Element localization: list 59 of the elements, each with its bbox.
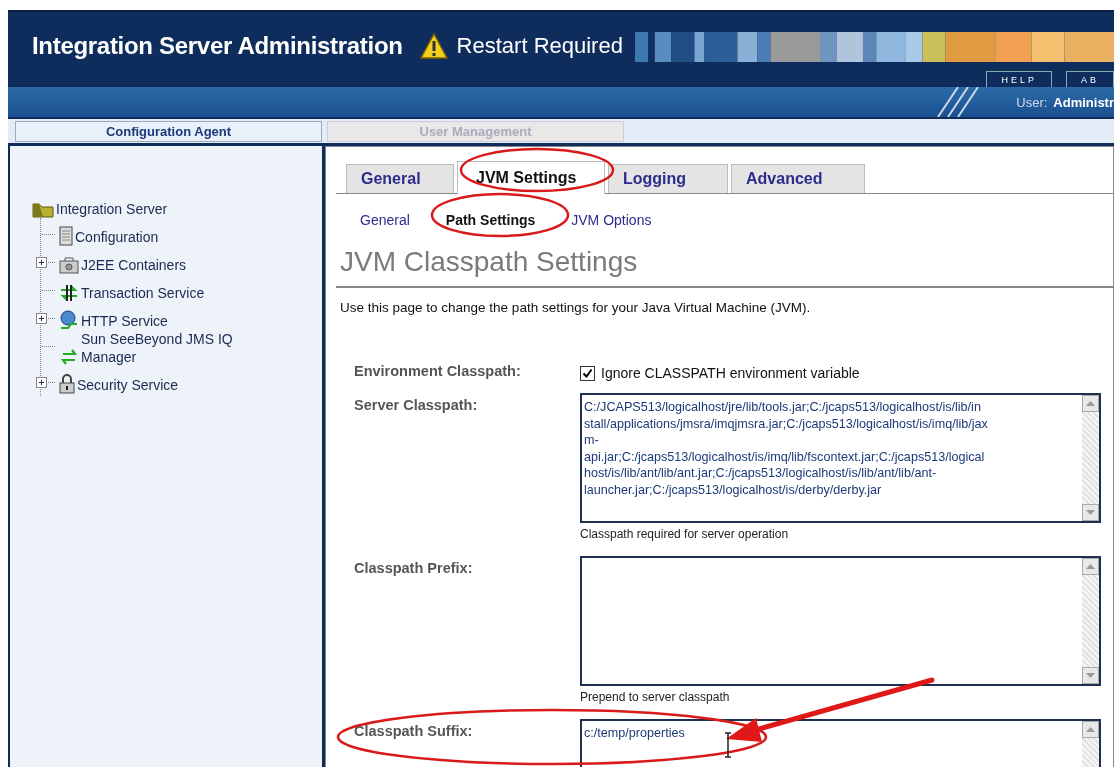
header-link[interactable]: HELP xyxy=(986,71,1052,87)
tab[interactable]: Advanced xyxy=(731,164,865,193)
tree-item[interactable]: Integration Server xyxy=(56,200,168,218)
text-cursor-icon xyxy=(724,732,732,758)
expand-icon[interactable] xyxy=(36,377,47,388)
padlock-icon xyxy=(59,374,75,394)
page-description: Use this page to change the path settings for your Java Virtual Machine (JVM). xyxy=(339,299,812,315)
subtab-link[interactable]: Path Settings xyxy=(445,212,536,228)
field-label: Classpath Suffix: xyxy=(354,722,474,741)
document-icon xyxy=(59,226,73,246)
up-arrow-icon xyxy=(1086,564,1095,569)
field-label: Classpath Prefix: xyxy=(354,559,474,578)
exchange-icon xyxy=(59,348,79,366)
tab[interactable]: Logging xyxy=(608,164,728,193)
scrollbar[interactable] xyxy=(1082,558,1099,684)
field-hint: Prepend to server classpath xyxy=(580,689,731,704)
briefcase-icon xyxy=(59,256,79,274)
scrollbar[interactable] xyxy=(1082,395,1099,521)
up-arrow-icon xyxy=(1086,401,1095,406)
subtab-link[interactable]: General xyxy=(360,212,410,228)
subtab-link[interactable]: JVM Options xyxy=(571,212,652,228)
arrows-icon xyxy=(59,284,79,302)
frame-tab[interactable]: Configuration Agent xyxy=(15,120,322,142)
user-label: User: xyxy=(1016,94,1048,110)
checkbox-label: Ignore CLASSPATH environment variable xyxy=(601,365,860,381)
tree-item[interactable]: Configuration xyxy=(75,228,159,246)
tab[interactable]: JVM Settings xyxy=(457,161,605,194)
tab[interactable]: General xyxy=(346,164,454,193)
up-arrow-icon xyxy=(1086,727,1095,732)
field-hint: Classpath required for server operation xyxy=(580,526,790,541)
restart-label: Restart Required xyxy=(456,33,623,59)
expand-icon[interactable] xyxy=(36,257,47,268)
slash-drawing xyxy=(936,87,981,117)
tree-item[interactable]: Transaction Service xyxy=(81,284,205,302)
tree-item[interactable]: J2EE Containers xyxy=(81,256,187,274)
text-area[interactable] xyxy=(580,556,1101,686)
page-heading: JVM Classpath Settings xyxy=(336,228,1113,288)
scroll-down-button[interactable] xyxy=(1082,504,1099,521)
tree-item[interactable]: HTTP Service xyxy=(81,312,168,330)
down-arrow-icon xyxy=(1086,510,1095,515)
header-link[interactable]: AB xyxy=(1066,71,1114,87)
field-label: Environment Classpath: xyxy=(354,362,522,381)
scroll-up-button[interactable] xyxy=(1082,395,1099,412)
scroll-up-button[interactable] xyxy=(1082,558,1099,575)
tree-item[interactable]: Security Service xyxy=(77,376,179,394)
tree-item[interactable]: Sun SeeBeyond JMS IQ Manager xyxy=(81,330,251,366)
down-arrow-icon xyxy=(1086,673,1095,678)
app-title: Integration Server Administration xyxy=(32,32,403,60)
user-name: Administr xyxy=(1053,94,1114,110)
field-label: Server Classpath: xyxy=(354,396,479,415)
scroll-down-button[interactable] xyxy=(1082,667,1099,684)
checkbox[interactable] xyxy=(580,365,595,381)
globe-icon xyxy=(59,310,79,330)
text-area[interactable]: C:/JCAPS513/logicalhost/jre/lib/tools.jar;C:/jcaps513/logicalhost/is/lib/in stall/applications/jmsra/imqjmsra.jar;C:/jcaps513/logicalhost/is/imq/lib/jax m- api.jar;C:/jcaps513/logicalhost/is/imq/lib/fscontext.jar;C:/jcaps513/logical host/is/lib/ant/lib/ant.jar;C:/jcaps513/logicalhost/is/lib/ant/lib/ant- launcher.jar;C:/jcaps513/logicalhost/is/derby/derby.jar xyxy=(580,393,1101,523)
scroll-up-button[interactable] xyxy=(1082,721,1099,738)
warning-icon xyxy=(418,32,449,60)
expand-icon[interactable] xyxy=(36,313,47,324)
text-area[interactable]: c:/temp/properties xyxy=(580,719,1101,767)
folder-icon xyxy=(32,202,54,218)
